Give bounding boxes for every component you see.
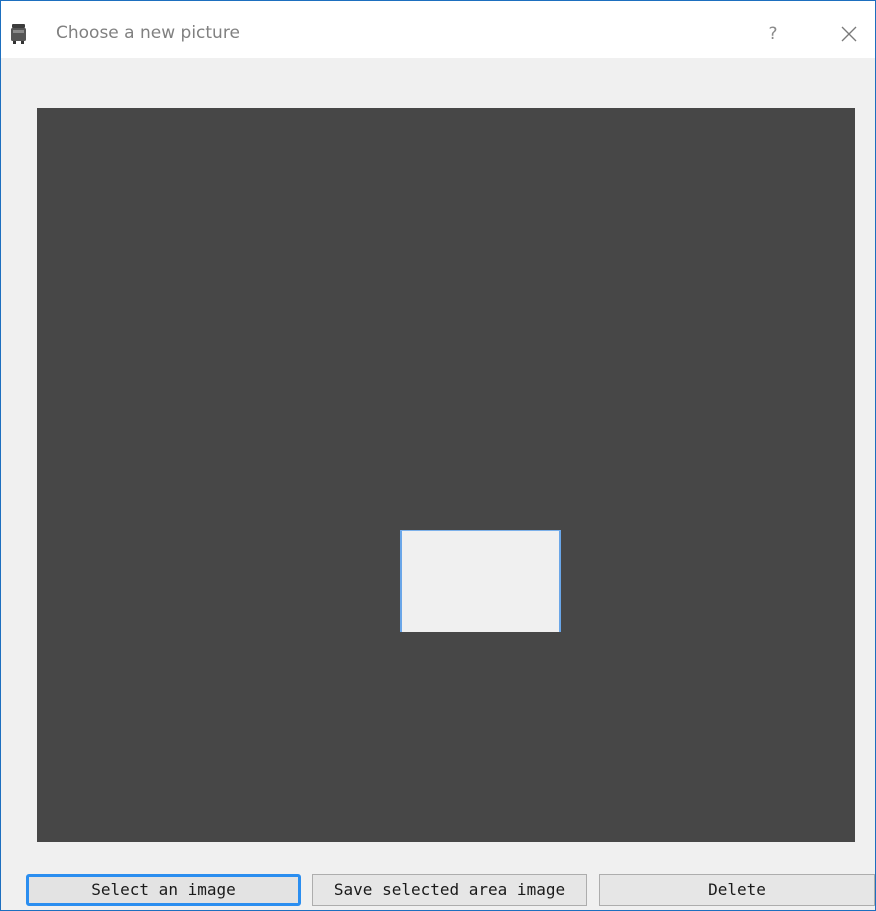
close-button[interactable] [831, 17, 867, 51]
window-title: Choose a new picture [56, 23, 240, 43]
choose-picture-dialog: Choose a new picture ? Select an image S… [0, 0, 876, 911]
delete-button[interactable]: Delete [599, 874, 875, 906]
printer-icon [11, 24, 26, 44]
selection-area[interactable] [400, 530, 561, 632]
save-selected-area-button[interactable]: Save selected area image [312, 874, 587, 906]
help-button[interactable]: ? [755, 17, 791, 51]
select-image-button[interactable]: Select an image [26, 874, 301, 906]
title-bar[interactable]: Choose a new picture ? [1, 1, 875, 58]
image-canvas[interactable] [37, 108, 855, 842]
close-icon [841, 26, 857, 42]
